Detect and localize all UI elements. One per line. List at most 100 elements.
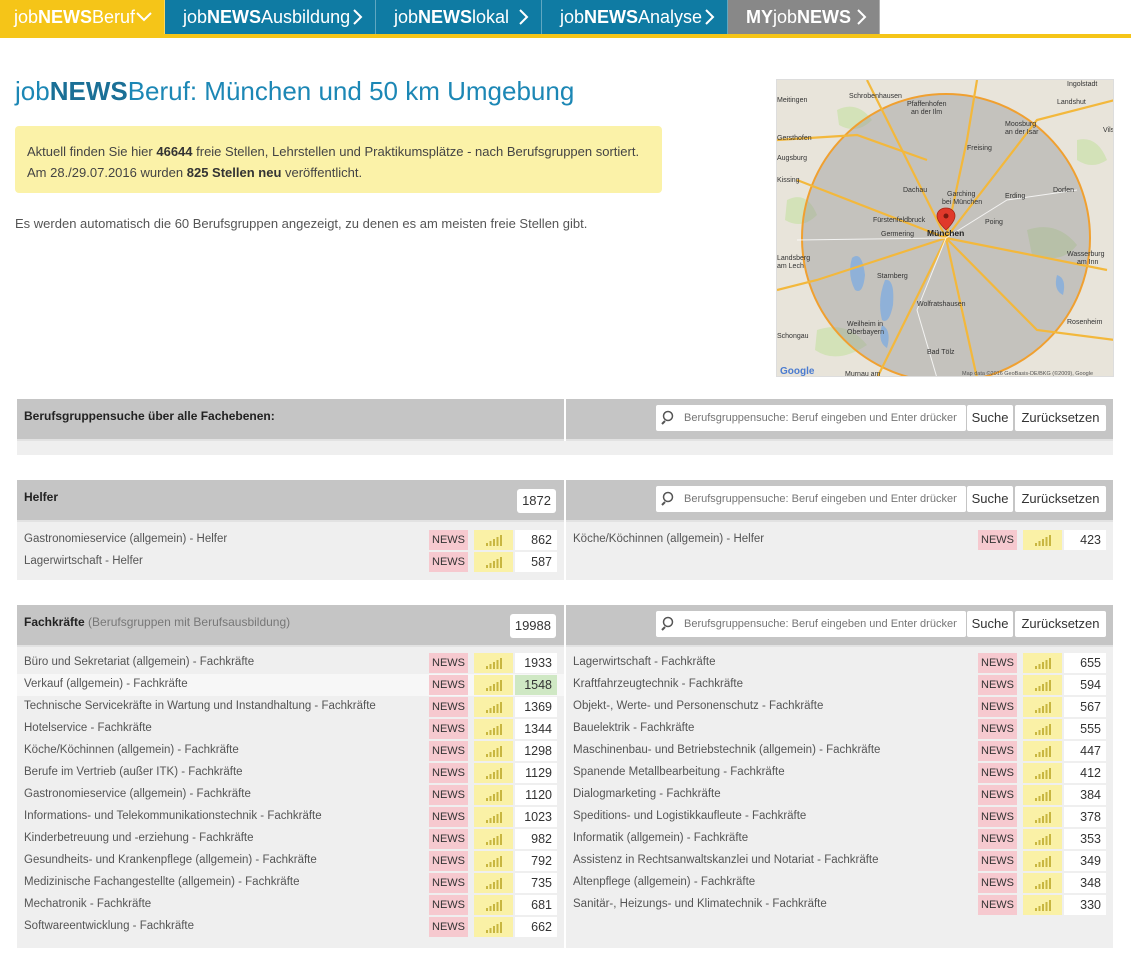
job-count[interactable]: 735: [515, 873, 557, 893]
news-button[interactable]: NEWS: [429, 851, 468, 871]
search-input[interactable]: [682, 618, 957, 630]
job-count[interactable]: 655: [1064, 653, 1106, 673]
list-item[interactable]: Sanitär-, Heizungs- und Klimatechnik - F…: [566, 894, 1113, 916]
trend-chart-icon[interactable]: [474, 741, 513, 761]
trend-chart-icon[interactable]: [474, 917, 513, 937]
trend-chart-icon[interactable]: [1023, 741, 1062, 761]
list-item[interactable]: Gesundheits- und Krankenpflege (allgemei…: [17, 850, 564, 872]
news-button[interactable]: NEWS: [429, 785, 468, 805]
reset-button[interactable]: Zurücksetzen: [1015, 405, 1106, 431]
news-button[interactable]: NEWS: [429, 530, 468, 550]
news-button[interactable]: NEWS: [978, 719, 1017, 739]
job-count[interactable]: 1369: [515, 697, 557, 717]
list-item[interactable]: Gastronomieservice (allgemein) - Fachkrä…: [17, 784, 564, 806]
job-count[interactable]: 378: [1064, 807, 1106, 827]
news-button[interactable]: NEWS: [978, 829, 1017, 849]
news-button[interactable]: NEWS: [429, 741, 468, 761]
reset-button[interactable]: Zurücksetzen: [1015, 611, 1106, 637]
list-item[interactable]: Hotelservice - Fachkräfte NEWS 1344: [17, 718, 564, 740]
job-count[interactable]: 555: [1064, 719, 1106, 739]
job-count[interactable]: 384: [1064, 785, 1106, 805]
job-count[interactable]: 1933: [515, 653, 557, 673]
news-button[interactable]: NEWS: [429, 653, 468, 673]
news-button[interactable]: NEWS: [978, 807, 1017, 827]
list-item[interactable]: Informatik (allgemein) - Fachkräfte NEWS 3…: [566, 828, 1113, 850]
trend-chart-icon[interactable]: [474, 653, 513, 673]
job-count[interactable]: 681: [515, 895, 557, 915]
news-button[interactable]: NEWS: [978, 785, 1017, 805]
list-item[interactable]: Köche/Köchinnen (allgemein) - Helfer NEW…: [566, 529, 1113, 551]
search-button[interactable]: Suche: [967, 486, 1013, 512]
list-item[interactable]: Softwareentwicklung - Fachkräfte NEWS 662: [17, 916, 564, 938]
trend-chart-icon[interactable]: [1023, 653, 1062, 673]
search-box[interactable]: [656, 405, 966, 431]
trend-chart-icon[interactable]: [474, 785, 513, 805]
trend-chart-icon[interactable]: [1023, 785, 1062, 805]
news-button[interactable]: NEWS: [978, 675, 1017, 695]
job-count[interactable]: 330: [1064, 895, 1106, 915]
job-count[interactable]: 587: [515, 552, 557, 572]
list-item[interactable]: Gastronomieservice (allgemein) - Helfer …: [17, 529, 564, 551]
list-item[interactable]: Spanende Metallbearbeitung - Fachkräfte N…: [566, 762, 1113, 784]
nav-item-jobnews-lokal[interactable]: jobNEWSlokal: [376, 0, 542, 34]
job-count[interactable]: 412: [1064, 763, 1106, 783]
trend-chart-icon[interactable]: [1023, 530, 1062, 550]
trend-chart-icon[interactable]: [1023, 829, 1062, 849]
search-button[interactable]: Suche: [967, 611, 1013, 637]
trend-chart-icon[interactable]: [1023, 873, 1062, 893]
news-button[interactable]: NEWS: [429, 552, 468, 572]
search-input[interactable]: [682, 493, 957, 505]
list-item[interactable]: Verkauf (allgemein) - Fachkräfte NEWS 1548: [17, 674, 564, 696]
news-button[interactable]: NEWS: [978, 763, 1017, 783]
news-button[interactable]: NEWS: [429, 807, 468, 827]
trend-chart-icon[interactable]: [1023, 895, 1062, 915]
list-item[interactable]: Objekt-, Werte- und Personenschutz - Fac…: [566, 696, 1113, 718]
trend-chart-icon[interactable]: [474, 719, 513, 739]
news-button[interactable]: NEWS: [429, 873, 468, 893]
list-item[interactable]: Kraftfahrzeugtechnik - Fachkräfte NEWS 594: [566, 674, 1113, 696]
list-item[interactable]: Speditions- und Logistikkaufleute - Fach…: [566, 806, 1113, 828]
job-count[interactable]: 862: [515, 530, 557, 550]
trend-chart-icon[interactable]: [474, 552, 513, 572]
trend-chart-icon[interactable]: [474, 829, 513, 849]
news-button[interactable]: NEWS: [978, 895, 1017, 915]
news-button[interactable]: NEWS: [978, 741, 1017, 761]
region-map[interactable]: Meitingen Schrobenhausen Pfaffenhofen an…: [776, 79, 1114, 377]
list-item[interactable]: Altenpflege (allgemein) - Fachkräfte NEWS…: [566, 872, 1113, 894]
list-item[interactable]: Lagerwirtschaft - Helfer NEWS 587: [17, 551, 564, 573]
list-item[interactable]: Mechatronik - Fachkräfte NEWS 681: [17, 894, 564, 916]
news-button[interactable]: NEWS: [429, 895, 468, 915]
job-count[interactable]: 1548: [515, 675, 557, 695]
list-item[interactable]: Bauelektrik - Fachkräfte NEWS 555: [566, 718, 1113, 740]
news-button[interactable]: NEWS: [978, 530, 1017, 550]
job-count[interactable]: 1298: [515, 741, 557, 761]
trend-chart-icon[interactable]: [474, 763, 513, 783]
job-count[interactable]: 662: [515, 917, 557, 937]
search-box[interactable]: [656, 611, 966, 637]
job-count[interactable]: 594: [1064, 675, 1106, 695]
nav-item-jobnews-beruf[interactable]: jobNEWSBeruf: [0, 0, 165, 34]
news-button[interactable]: NEWS: [429, 763, 468, 783]
search-button[interactable]: Suche: [967, 405, 1013, 431]
trend-chart-icon[interactable]: [474, 851, 513, 871]
list-item[interactable]: Köche/Köchinnen (allgemein) - Fachkräfte…: [17, 740, 564, 762]
trend-chart-icon[interactable]: [1023, 807, 1062, 827]
job-count[interactable]: 1344: [515, 719, 557, 739]
trend-chart-icon[interactable]: [474, 895, 513, 915]
nav-item-myjobnews[interactable]: MYjobNEWS: [728, 0, 880, 34]
job-count[interactable]: 447: [1064, 741, 1106, 761]
trend-chart-icon[interactable]: [1023, 697, 1062, 717]
news-button[interactable]: NEWS: [978, 851, 1017, 871]
trend-chart-icon[interactable]: [1023, 675, 1062, 695]
news-button[interactable]: NEWS: [429, 719, 468, 739]
list-item[interactable]: Maschinenbau- und Betriebstechnik (allge…: [566, 740, 1113, 762]
trend-chart-icon[interactable]: [1023, 719, 1062, 739]
trend-chart-icon[interactable]: [474, 530, 513, 550]
list-item[interactable]: Assistenz in Rechtsanwaltskanzlei und No…: [566, 850, 1113, 872]
list-item[interactable]: Büro und Sekretariat (allgemein) - Fachk…: [17, 652, 564, 674]
list-item[interactable]: Dialogmarketing - Fachkräfte NEWS 384: [566, 784, 1113, 806]
list-item[interactable]: Berufe im Vertrieb (außer ITK) - Fachkrä…: [17, 762, 564, 784]
list-item[interactable]: Medizinische Fachangestellte (allgemein)…: [17, 872, 564, 894]
news-button[interactable]: NEWS: [978, 873, 1017, 893]
trend-chart-icon[interactable]: [474, 697, 513, 717]
